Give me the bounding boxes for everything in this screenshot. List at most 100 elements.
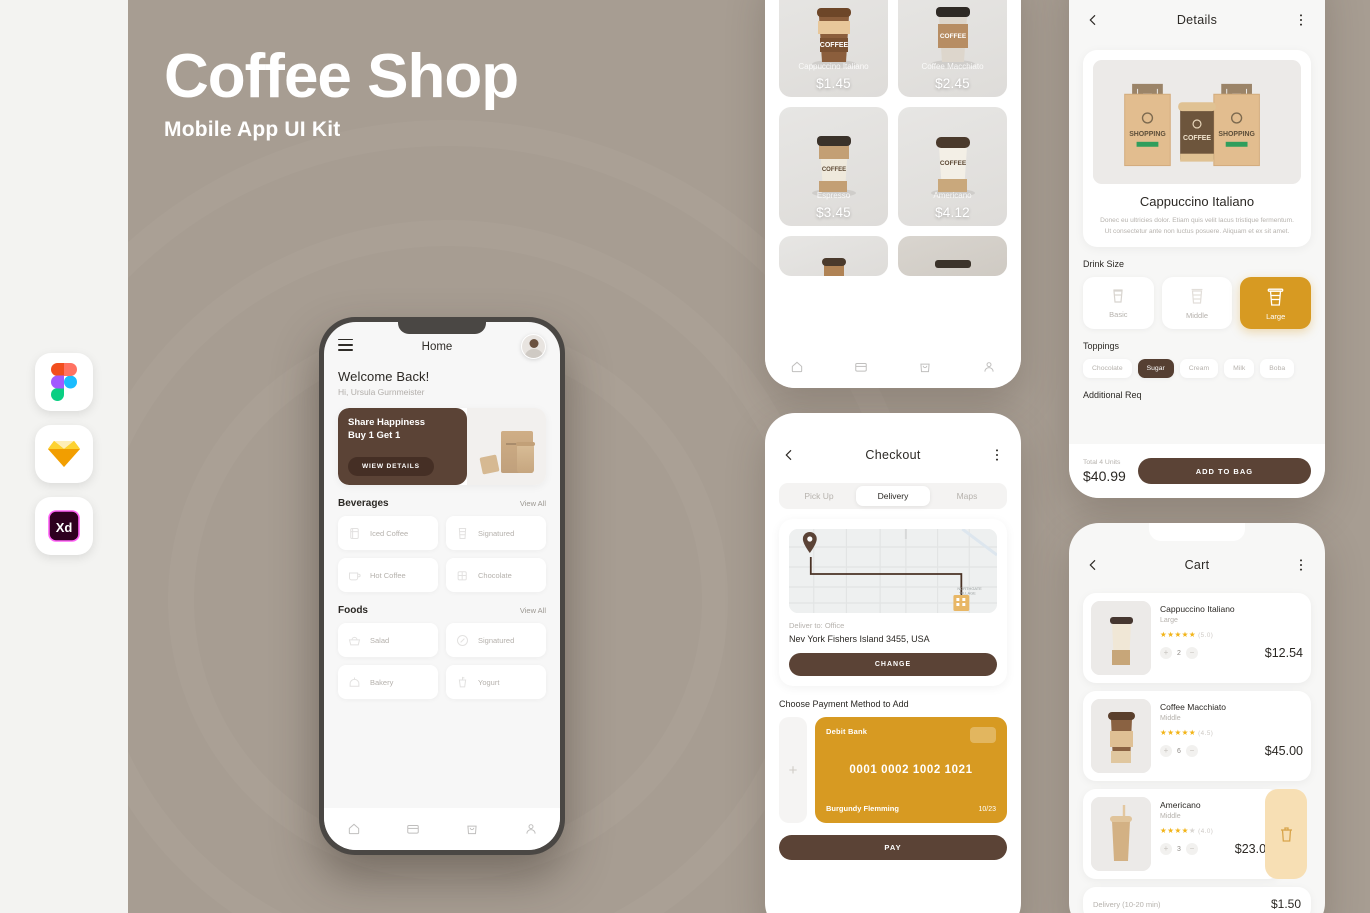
tab-pick-up[interactable]: Pick Up: [782, 486, 856, 506]
category-chocolate[interactable]: Chocolate: [446, 558, 546, 592]
topping-milk[interactable]: Milk: [1224, 359, 1255, 379]
home-icon[interactable]: [790, 360, 804, 374]
delete-cart-item-button[interactable]: [1265, 789, 1307, 879]
topping-chocolate[interactable]: Chocolate: [1083, 359, 1132, 379]
product-card[interactable]: COFFEE Americano $4.12: [898, 107, 1007, 226]
cart-item[interactable]: Cappuccino Italiano Large ★★★★★ (5.0) + 2…: [1083, 593, 1311, 683]
product-card[interactable]: [779, 236, 888, 276]
back-arrow-icon[interactable]: [781, 447, 797, 463]
size-option-basic[interactable]: Basic: [1083, 277, 1154, 330]
category-label: Salad: [370, 635, 390, 645]
quantity-stepper[interactable]: + 6 −: [1160, 745, 1198, 757]
category-bakery[interactable]: Bakery: [338, 665, 438, 699]
category-signatured-drink[interactable]: Signatured: [446, 516, 546, 550]
cart-item-size: Middle: [1160, 813, 1181, 820]
quantity-value: 2: [1177, 649, 1181, 657]
topping-cream[interactable]: Cream: [1179, 359, 1219, 379]
avatar[interactable]: [521, 334, 546, 359]
add-to-bag-button[interactable]: ADD TO BAG: [1137, 458, 1311, 484]
quantity-stepper[interactable]: + 3 −: [1160, 843, 1198, 855]
home-icon[interactable]: [347, 822, 361, 836]
home-screen: Home Welcome Back! Hi, Ursula Gurnmeiste…: [324, 322, 560, 850]
category-salad[interactable]: Salad: [338, 623, 438, 657]
left-rail: Xd: [0, 0, 128, 913]
svg-text:SHOPPING: SHOPPING: [1129, 131, 1166, 138]
add-payment-method-button[interactable]: +: [779, 717, 807, 823]
cart-item-thumbnail: [1091, 797, 1151, 871]
promo-banner[interactable]: Share Happiness Buy 1 Get 1 WIEW DETAILS: [338, 408, 546, 485]
topping-boba[interactable]: Boba: [1260, 359, 1295, 379]
decrease-quantity-button[interactable]: −: [1185, 647, 1198, 659]
category-signatured-food[interactable]: Signatured: [446, 623, 546, 657]
bakery-icon: [349, 677, 360, 687]
back-arrow-icon[interactable]: [1085, 557, 1101, 573]
product-name: Cappuccino Italiano: [798, 62, 869, 71]
bag-icon[interactable]: [918, 360, 932, 374]
change-address-button[interactable]: CHANGE: [789, 653, 997, 676]
section-title: Beverages: [338, 498, 389, 509]
category-iced-coffee[interactable]: Iced Coffee: [338, 516, 438, 550]
yogurt-icon: [458, 676, 467, 687]
tool-icon-stack: Xd: [35, 353, 93, 555]
more-options-icon[interactable]: [1293, 12, 1309, 28]
cart-item-controls: + 3 − $23.00: [1160, 842, 1273, 856]
product-card[interactable]: [898, 236, 1007, 276]
figma-icon[interactable]: [35, 353, 93, 411]
quantity-stepper[interactable]: + 2 −: [1160, 647, 1198, 659]
product-card[interactable]: COFFEE Cappuccino Italiano $1.45: [779, 0, 888, 97]
svg-text:SHOPPING: SHOPPING: [1218, 131, 1255, 138]
increase-quantity-button[interactable]: +: [1160, 745, 1172, 757]
svg-text:VILLAGE: VILLAGE: [959, 590, 976, 595]
home-bottom-nav: [324, 808, 560, 850]
size-option-middle[interactable]: Middle: [1161, 277, 1233, 330]
cart-item-controls: + 6 − $45.00: [1160, 744, 1303, 758]
profile-icon[interactable]: [982, 360, 996, 374]
decrease-quantity-button[interactable]: −: [1185, 745, 1198, 757]
category-yogurt[interactable]: Yogurt: [446, 665, 546, 699]
total-units: Total 4 Units: [1083, 458, 1121, 466]
pay-button[interactable]: PAY: [779, 835, 1007, 860]
size-label: Middle: [1185, 311, 1209, 321]
more-options-icon[interactable]: [989, 447, 1005, 463]
xd-icon[interactable]: Xd: [35, 497, 93, 555]
wallet-icon[interactable]: [854, 360, 868, 374]
cart-item-controls: + 2 − $12.54: [1160, 646, 1303, 660]
total-block: Total 4 Units $40.99: [1083, 459, 1126, 484]
delivery-map[interactable]: NORTHGATE VILLAGE: [789, 529, 997, 613]
decrease-quantity-button[interactable]: −: [1185, 843, 1198, 855]
cart-item-price: $45.00: [1264, 744, 1303, 758]
view-all-link[interactable]: View All: [520, 499, 546, 508]
wallet-icon[interactable]: [406, 822, 420, 836]
view-all-link[interactable]: View All: [520, 606, 546, 615]
card-footer: Burgundy Flemming 10/23: [826, 804, 996, 813]
checkout-screen: Checkout Pick Up Delivery Maps NORTHGATE…: [765, 413, 1021, 913]
rating-value: (4.0): [1198, 828, 1214, 835]
credit-card[interactable]: Debit Bank 0001 0002 1002 1021 Burgundy …: [815, 717, 1007, 823]
bag-icon[interactable]: [465, 822, 479, 836]
back-arrow-icon[interactable]: [1085, 12, 1101, 28]
product-card[interactable]: COFFEE Espresso $3.45: [779, 107, 888, 226]
promo-image: [467, 408, 546, 485]
cart-screen: Cart Cappuccino Italiano Large ★★★★★ (5.0…: [1069, 523, 1325, 913]
menu-icon[interactable]: [338, 338, 353, 354]
increase-quantity-button[interactable]: +: [1160, 843, 1172, 855]
tab-maps[interactable]: Maps: [930, 486, 1004, 506]
category-hot-coffee[interactable]: Hot Coffee: [338, 558, 438, 592]
sketch-icon[interactable]: [35, 425, 93, 483]
quantity-value: 3: [1177, 845, 1181, 853]
cart-item[interactable]: Americano Middle ★★★★★ (4.0) + 3 − $23.00: [1083, 789, 1307, 879]
coffee-cup-image: COFFEE: [811, 8, 856, 68]
card-expiry: 10/23: [978, 806, 996, 813]
view-details-button[interactable]: WIEW DETAILS: [348, 457, 434, 476]
product-hero-card: SHOPPING SHOPPING COFFEE Cappuccino Ital…: [1083, 50, 1311, 248]
cart-item[interactable]: Coffee Macchiato Middle ★★★★★ (4.5) + 6 −…: [1083, 691, 1311, 781]
tab-delivery[interactable]: Delivery: [856, 486, 930, 506]
more-options-icon[interactable]: [1293, 557, 1309, 573]
drink-size-label: Drink Size: [1083, 259, 1125, 270]
profile-icon[interactable]: [524, 822, 538, 836]
topping-sugar[interactable]: Sugar: [1137, 359, 1174, 379]
size-option-large[interactable]: Large: [1240, 277, 1312, 330]
increase-quantity-button[interactable]: +: [1160, 647, 1172, 659]
product-card[interactable]: COFFEE Coffee Macchiato $2.45: [898, 0, 1007, 97]
avatar-body: [524, 349, 543, 358]
